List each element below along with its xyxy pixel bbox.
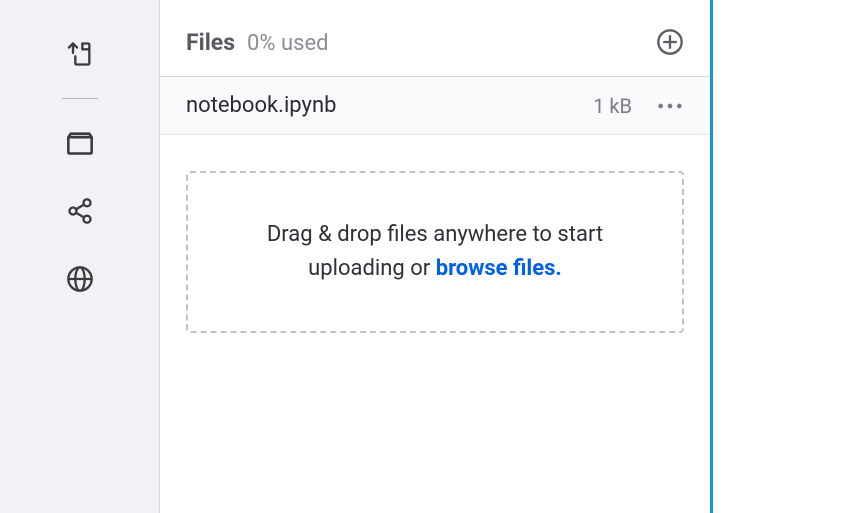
file-row[interactable]: notebook.ipynb 1 kB [160,77,710,135]
globe-icon[interactable] [66,265,94,293]
browse-files-link[interactable]: browse files. [436,256,562,281]
add-file-button[interactable] [656,28,684,56]
files-header: Files 0% used [160,10,710,76]
sidebar [0,0,160,513]
usage-label: 0% used [247,31,329,56]
folder-icon[interactable] [66,129,94,157]
dropzone-text: Drag & drop files anywhere to start uplo… [228,218,642,286]
file-dropzone[interactable]: Drag & drop files anywhere to start uplo… [186,171,684,333]
files-title: Files [186,29,235,56]
more-options-button[interactable] [656,96,684,116]
upload-file-icon[interactable] [66,40,94,68]
main-panel: Files 0% used notebook.ipynb 1 kB [160,0,867,513]
file-size: 1 kB [593,94,632,118]
share-icon[interactable] [66,197,94,225]
file-name: notebook.ipynb [186,93,336,118]
files-panel: Files 0% used notebook.ipynb 1 kB [160,0,713,513]
sidebar-divider [62,98,98,99]
